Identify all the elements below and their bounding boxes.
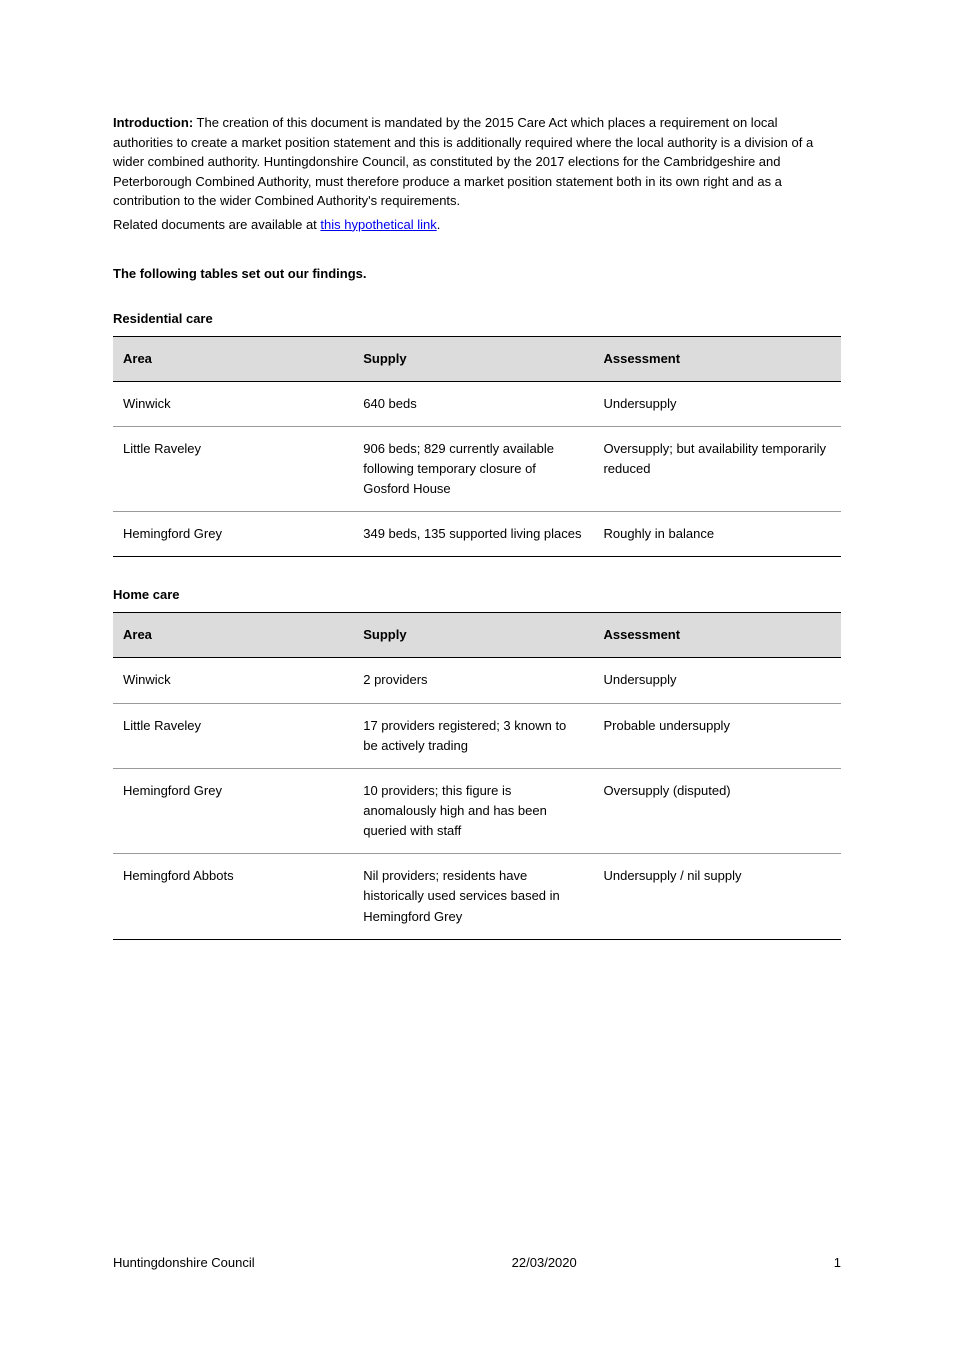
table-header-row: Area Supply Assessment	[113, 336, 841, 381]
intro-paragraph: Introduction: The creation of this docum…	[113, 113, 841, 211]
table-row: Hemingford Grey 349 beds, 135 supported …	[113, 512, 841, 557]
page-footer: Huntingdonshire Council 22/03/2020 1	[113, 1255, 841, 1270]
cell-supply: 349 beds, 135 supported living places	[353, 512, 593, 557]
col-assessment: Assessment	[593, 613, 841, 658]
cell-assessment: Probable undersupply	[593, 703, 841, 768]
table-row: Little Raveley 17 providers registered; …	[113, 703, 841, 768]
table-row: Hemingford Grey 10 providers; this figur…	[113, 768, 841, 853]
table-row: Winwick 2 providers Undersupply	[113, 658, 841, 703]
cell-area: Hemingford Abbots	[113, 854, 353, 939]
table-row: Winwick 640 beds Undersupply	[113, 381, 841, 426]
cell-supply: 17 providers registered; 3 known to be a…	[353, 703, 593, 768]
cell-supply: 2 providers	[353, 658, 593, 703]
cell-area: Winwick	[113, 658, 353, 703]
cell-assessment: Oversupply (disputed)	[593, 768, 841, 853]
page: Introduction: The creation of this docum…	[0, 0, 954, 1350]
col-assessment: Assessment	[593, 336, 841, 381]
cell-area: Hemingford Grey	[113, 768, 353, 853]
cell-assessment: Roughly in balance	[593, 512, 841, 557]
table-header-row: Area Supply Assessment	[113, 613, 841, 658]
col-supply: Supply	[353, 613, 593, 658]
cell-area: Hemingford Grey	[113, 512, 353, 557]
summary-caption: The following tables set out our finding…	[113, 266, 841, 281]
cell-area: Little Raveley	[113, 703, 353, 768]
footer-left: Huntingdonshire Council	[113, 1255, 255, 1270]
table-row: Little Raveley 906 beds; 829 currently a…	[113, 426, 841, 511]
cell-assessment: Oversupply; but availability temporarily…	[593, 426, 841, 511]
cell-supply: 10 providers; this figure is anomalously…	[353, 768, 593, 853]
related-prefix: Related documents are available at	[113, 217, 320, 232]
cell-supply: Nil providers; residents have historical…	[353, 854, 593, 939]
related-suffix: .	[437, 217, 441, 232]
related-documents: Related documents are available at this …	[113, 217, 841, 232]
cell-supply: 906 beds; 829 currently available follow…	[353, 426, 593, 511]
intro-text: The creation of this document is mandate…	[113, 115, 813, 208]
cell-area: Little Raveley	[113, 426, 353, 511]
footer-center: 22/03/2020	[512, 1255, 577, 1270]
col-area: Area	[113, 336, 353, 381]
cell-assessment: Undersupply / nil supply	[593, 854, 841, 939]
col-area: Area	[113, 613, 353, 658]
residential-label: Residential care	[113, 311, 841, 326]
col-supply: Supply	[353, 336, 593, 381]
table-row: Hemingford Abbots Nil providers; residen…	[113, 854, 841, 939]
residential-table: Area Supply Assessment Winwick 640 beds …	[113, 336, 841, 558]
footer-right: 1	[834, 1255, 841, 1270]
related-link[interactable]: this hypothetical link	[320, 217, 436, 232]
cell-supply: 640 beds	[353, 381, 593, 426]
cell-assessment: Undersupply	[593, 658, 841, 703]
home-care-label: Home care	[113, 587, 841, 602]
intro-title: Introduction:	[113, 115, 193, 130]
cell-area: Winwick	[113, 381, 353, 426]
home-care-table: Area Supply Assessment Winwick 2 provide…	[113, 612, 841, 939]
cell-assessment: Undersupply	[593, 381, 841, 426]
